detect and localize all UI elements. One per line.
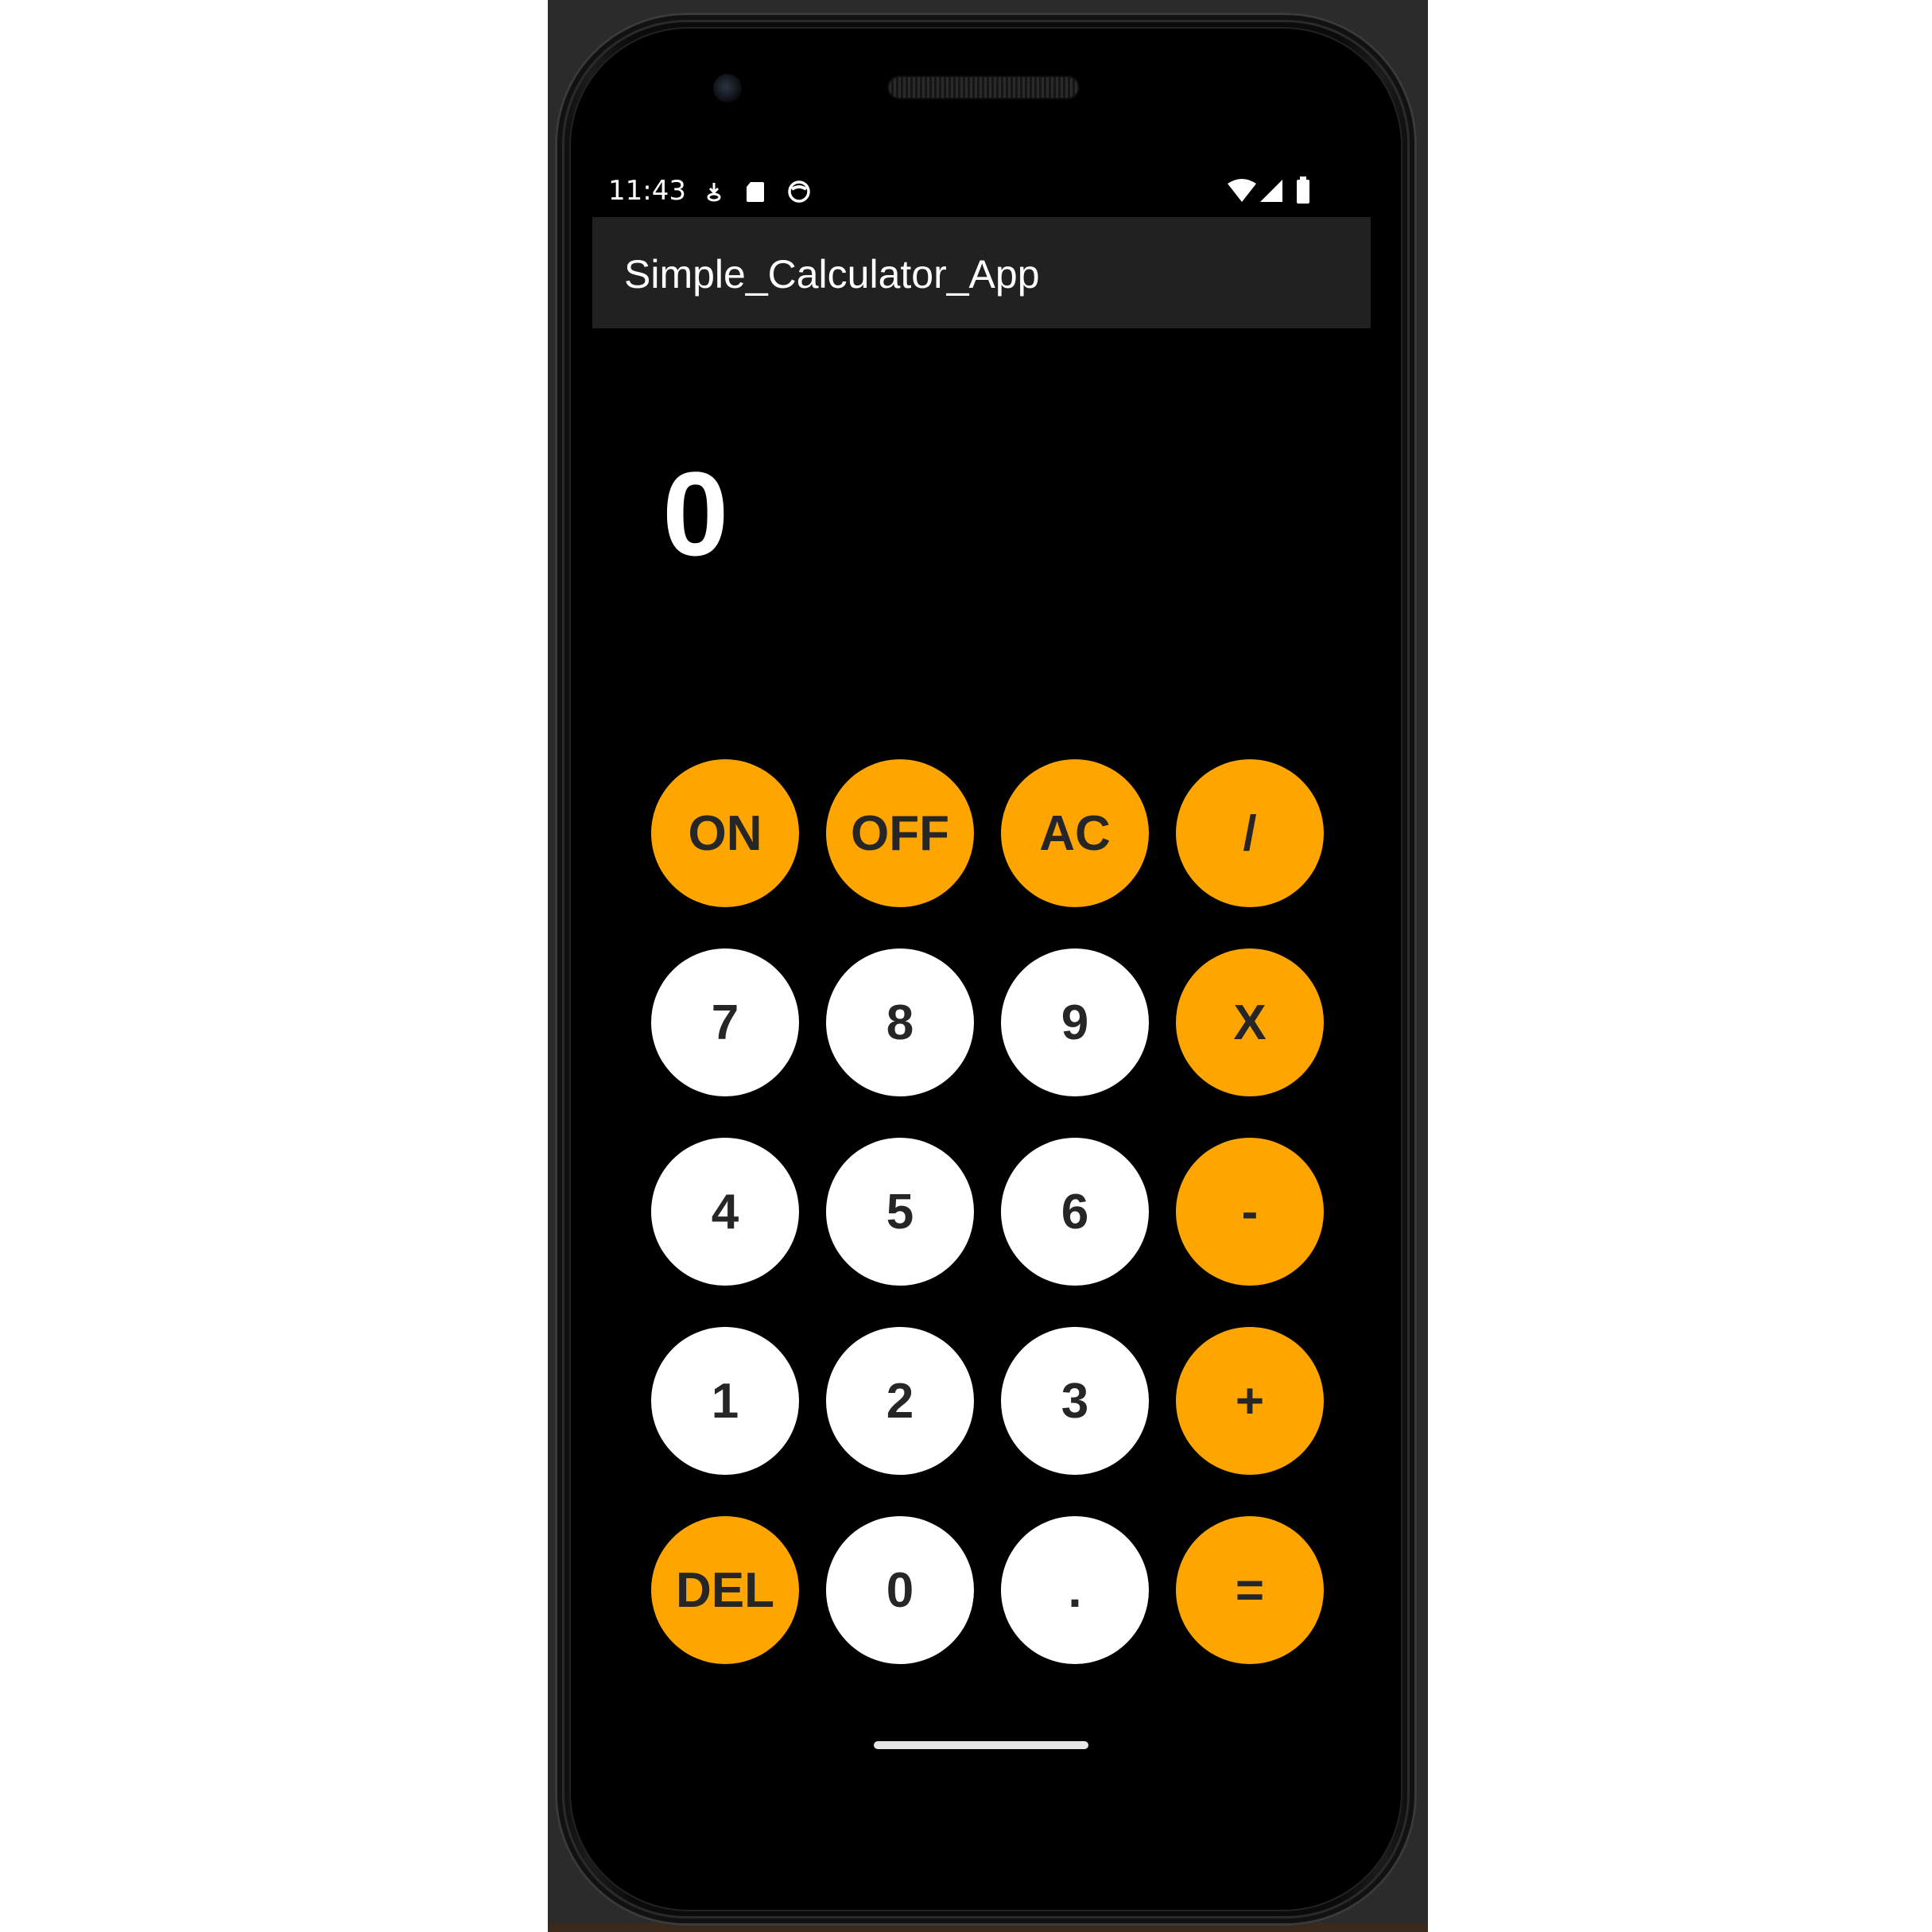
digit-6-button[interactable]: 6 — [1001, 1138, 1149, 1286]
stage: 11:43 Simple_Calculator_App 0 ON OFF AC … — [0, 0, 1932, 1932]
app-title: Simple_Calculator_App — [624, 252, 1040, 297]
divide-button[interactable]: / — [1176, 759, 1324, 907]
digit-5-button[interactable]: 5 — [826, 1138, 974, 1286]
battery-icon — [1297, 177, 1309, 204]
keypad: ON OFF AC/ 7 8 9 X 4 5 6- 1 2 3 + DEL 0. = — [651, 759, 1325, 1666]
delete-button[interactable]: DEL — [651, 1516, 799, 1664]
status-bar: 11:43 — [592, 164, 1371, 217]
digit-8-button[interactable]: 8 — [826, 949, 974, 1096]
on-button[interactable]: ON — [651, 759, 799, 907]
device-screen: 11:43 Simple_Calculator_App 0 ON OFF AC … — [592, 164, 1371, 1754]
result-display: 0 — [662, 447, 729, 580]
all-clear-button[interactable]: AC — [1001, 759, 1149, 907]
digit-0-button[interactable]: 0 — [826, 1516, 974, 1664]
digit-7-button[interactable]: 7 — [651, 949, 799, 1096]
multiply-button[interactable]: X — [1176, 949, 1324, 1096]
download-icon — [707, 183, 721, 202]
digit-9-button[interactable]: 9 — [1001, 949, 1149, 1096]
wifi-icon — [1228, 179, 1256, 202]
sd-card-icon — [747, 182, 764, 202]
app-bar: Simple_Calculator_App — [592, 217, 1371, 328]
digit-2-button[interactable]: 2 — [826, 1327, 974, 1475]
equals-button[interactable]: = — [1176, 1516, 1324, 1664]
status-time: 11:43 — [608, 175, 686, 207]
subtract-button[interactable]: - — [1176, 1138, 1324, 1286]
earpiece-speaker — [889, 77, 1078, 98]
signal-icon — [1260, 180, 1282, 202]
front-camera-icon — [713, 74, 742, 103]
digit-4-button[interactable]: 4 — [651, 1138, 799, 1286]
digit-3-button[interactable]: 3 — [1001, 1327, 1149, 1475]
smiley-icon — [788, 180, 810, 203]
off-button[interactable]: OFF — [826, 759, 974, 907]
digit-1-button[interactable]: 1 — [651, 1327, 799, 1475]
add-button[interactable]: + — [1176, 1327, 1324, 1475]
decimal-point-button[interactable]: . — [1001, 1516, 1149, 1664]
home-indicator[interactable] — [874, 1741, 1088, 1749]
